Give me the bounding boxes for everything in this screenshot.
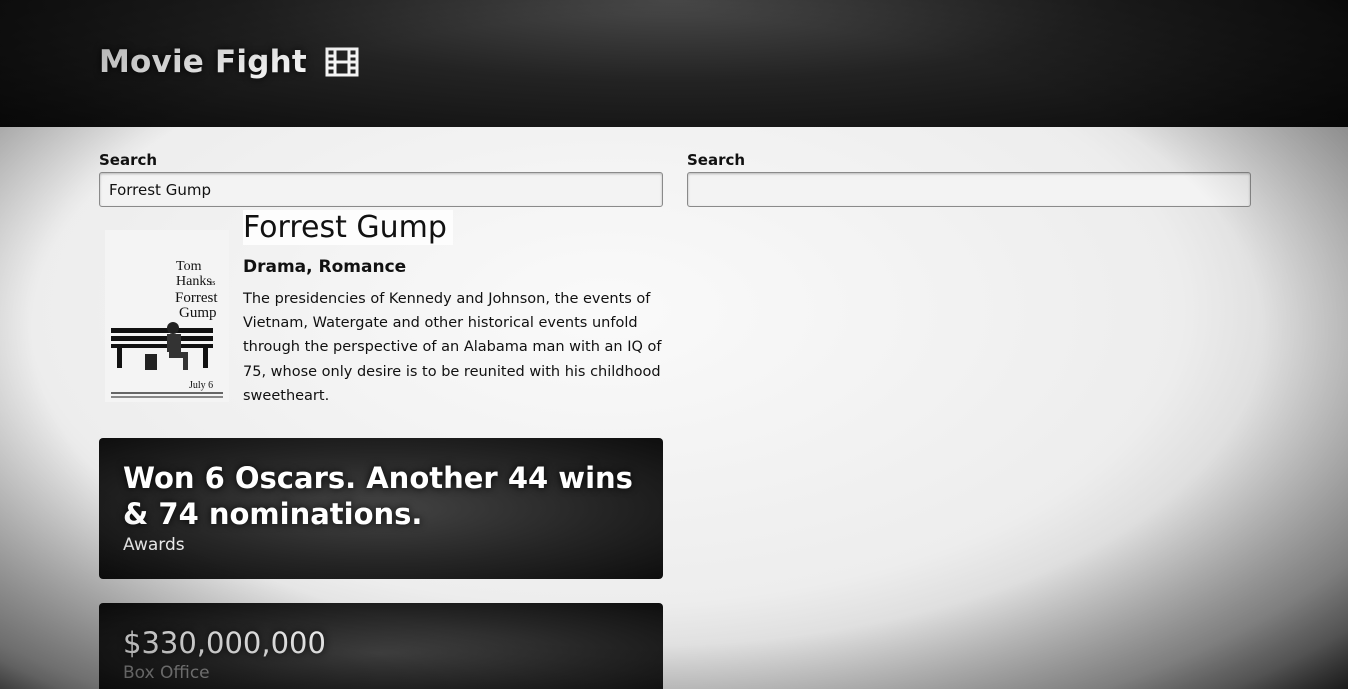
left-search-label: Search (99, 151, 158, 169)
awards-label: Awards (123, 535, 185, 555)
poster-date: July 6 (189, 380, 213, 391)
awards-value: Won 6 Oscars. Another 44 wins & 74 nomin… (123, 461, 633, 531)
left-search-column: Search (99, 151, 663, 207)
brand-title: Movie Fight (99, 44, 307, 80)
movie-details: Forrest Gump Drama, Romance The presiden… (243, 210, 663, 408)
movie-title: Forrest Gump (243, 210, 453, 245)
brand: Movie Fight (99, 44, 359, 80)
awards-card: Won 6 Oscars. Another 44 wins & 74 nomin… (99, 438, 663, 579)
poster-line2: Hanks (176, 274, 212, 289)
hero-header: Movie Fight (0, 0, 1348, 127)
movie-plot: The presidencies of Kennedy and Johnson,… (243, 291, 662, 404)
box-office-value: $330,000,000 (123, 626, 326, 660)
poster-line2-suffix: is (210, 278, 215, 287)
right-search-input[interactable] (687, 172, 1251, 207)
box-office-label: Box Office (123, 663, 210, 683)
poster-line4: Gump (179, 305, 217, 321)
left-search-input[interactable] (99, 172, 663, 207)
movie-fight-page: Movie Fight Search Search (0, 0, 1348, 689)
right-search-column: Search (687, 151, 1251, 207)
film-icon (325, 47, 359, 77)
box-office-card: $330,000,000 Box Office (99, 603, 663, 689)
movie-poster: Tom Hanks is Forrest Gump July 6 (105, 230, 229, 402)
right-search-label: Search (687, 151, 746, 169)
poster-line3: Forrest (175, 290, 218, 306)
poster-line1: Tom (176, 259, 202, 274)
movie-summary: Tom Hanks is Forrest Gump July 6 Forrest… (99, 210, 663, 422)
movie-genre: Drama, Romance (243, 257, 407, 277)
